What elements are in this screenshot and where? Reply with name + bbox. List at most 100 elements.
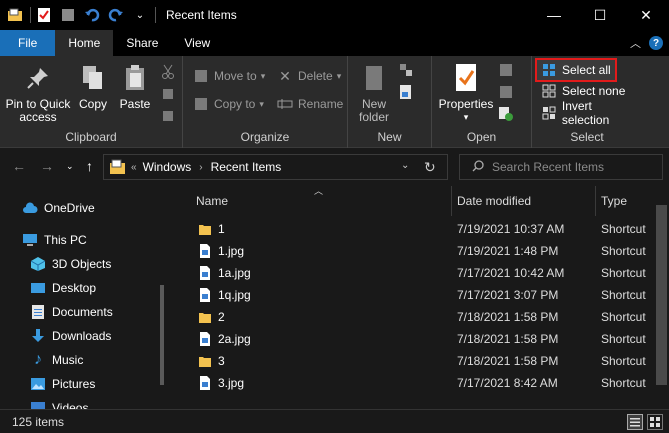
nav-pane-scroll-thumb[interactable] [160,285,164,385]
nav-item-onedrive[interactable]: OneDrive [22,196,95,220]
address-history-dropdown-icon[interactable]: ⌄ [401,160,409,171]
easy-access-button[interactable] [398,82,419,102]
new-group: New folder New [348,56,432,148]
nav-item-desktop[interactable]: Desktop [30,276,96,300]
file-name-cell[interactable]: 2a.jpg [198,331,251,347]
breadcrumb-windows[interactable]: Windows [143,160,192,174]
image-file-icon [198,287,212,303]
address-root-chevron[interactable]: « [131,162,137,173]
organize-group-label: Organize [240,130,290,144]
file-row[interactable]: 2a.jpg 7/18/2021 1:58 PM Shortcut [170,328,654,350]
collapse-ribbon-icon[interactable]: ︿ [630,35,641,51]
easy-access-icon [398,84,414,100]
details-view-button[interactable] [627,414,643,430]
open-group-label: Open [466,130,497,144]
rename-icon [277,96,293,112]
back-arrow-icon[interactable]: ← [12,158,26,174]
folder-icon [198,221,212,237]
search-input[interactable] [492,160,652,174]
navigation-bar: ← → ⌄ ↑ « Windows › Recent Items ⌄ ↻ [0,148,669,186]
file-name-cell[interactable]: 2 [198,309,225,325]
close-button[interactable]: ✕ [623,0,669,30]
search-box[interactable] [459,154,663,180]
file-row[interactable]: 1 7/19/2021 10:37 AM Shortcut [170,218,654,240]
nav-item-this-pc[interactable]: This PC [22,228,87,252]
file-name-cell[interactable]: 1a.jpg [198,265,251,281]
forward-arrow-icon[interactable]: → [40,158,54,174]
properties-button[interactable]: Properties ▾ [436,62,496,124]
file-list-scroll-thumb[interactable] [656,205,667,385]
file-name-cell[interactable]: 1q.jpg [198,287,251,303]
open-button[interactable] [498,60,519,80]
maximize-button[interactable]: ☐ [577,0,623,30]
copy-button[interactable]: Copy [76,62,110,111]
select-all-button[interactable]: Select all [535,58,617,82]
new-folder-button[interactable]: New folder [356,62,392,124]
file-name-cell[interactable]: 3.jpg [198,375,244,391]
customize-toolbar-icon[interactable]: ⌄ [131,6,149,24]
up-arrow-icon[interactable]: ↑ [86,158,93,174]
file-type: Shortcut [601,222,646,236]
delete-button[interactable]: ✕ Delete ▾ [277,66,341,86]
file-row[interactable]: 1a.jpg 7/17/2021 10:42 AM Shortcut [170,262,654,284]
invert-selection-button[interactable]: Invert selection [541,99,642,127]
file-name: 3.jpg [218,376,245,390]
edit-button[interactable] [498,82,519,102]
file-name-cell[interactable]: 3 [198,353,225,369]
copy-path-button[interactable] [160,84,181,104]
window-title: Recent Items [166,8,237,22]
file-row[interactable]: 1q.jpg 7/17/2021 3:07 PM Shortcut [170,284,654,306]
organize-group: Move to ▾ Copy to ▾ ✕ Delete ▾ Rename Or… [183,56,348,148]
paste-shortcut-button[interactable] [160,106,181,126]
nav-item-3d-objects[interactable]: 3D Objects [30,252,111,276]
column-header-row: Name ︿ Date modified Type [170,186,654,216]
properties-check-icon[interactable] [35,6,53,24]
cube-icon [30,256,46,272]
new-folder-qa-icon[interactable] [59,6,77,24]
tab-file[interactable]: File [0,30,56,56]
recent-locations-icon[interactable]: ⌄ [66,161,74,172]
nav-item-downloads[interactable]: Downloads [30,324,111,348]
file-name-cell[interactable]: 1 [198,221,225,237]
rename-button[interactable]: Rename [277,94,343,114]
file-date-modified: 7/17/2021 8:42 AM [457,376,558,390]
address-bar[interactable]: « Windows › Recent Items ⌄ ↻ [103,154,448,180]
nav-item-pictures[interactable]: Pictures [30,372,95,396]
select-none-button[interactable]: Select none [541,81,625,101]
paste-icon [119,62,151,94]
breadcrumb-separator-icon[interactable]: › [199,162,202,173]
file-row[interactable]: 3.jpg 7/17/2021 8:42 AM Shortcut [170,372,654,394]
column-header-date-modified[interactable]: Date modified [452,186,596,216]
nav-item-documents[interactable]: Documents [30,300,113,324]
nav-item-videos[interactable]: Videos [30,396,88,409]
file-row[interactable]: 3 7/18/2021 1:58 PM Shortcut [170,350,654,372]
tab-view[interactable]: View [171,30,223,56]
new-group-label: New [377,130,402,144]
large-icons-view-button[interactable] [647,414,663,430]
file-type: Shortcut [601,354,646,368]
tab-home[interactable]: Home [55,30,114,56]
file-row[interactable]: 1.jpg 7/19/2021 1:48 PM Shortcut [170,240,654,262]
refresh-icon[interactable]: ↻ [424,159,436,176]
pin-to-quick-access-button[interactable]: Pin to Quick access [4,62,72,124]
copy-to-button[interactable]: Copy to ▾ [193,94,264,114]
file-name-cell[interactable]: 1.jpg [198,243,244,259]
undo-icon[interactable] [83,6,101,24]
history-button[interactable] [498,104,519,124]
minimize-button[interactable]: — [531,0,577,30]
redo-icon[interactable] [107,6,125,24]
file-row[interactable]: 2 7/18/2021 1:58 PM Shortcut [170,306,654,328]
nav-item-music[interactable]: ♪ Music [30,348,83,372]
cut-button[interactable] [160,62,181,82]
explorer-app-icon[interactable] [6,6,24,24]
column-header-name[interactable]: Name ︿ [170,186,452,216]
move-to-button[interactable]: Move to ▾ [193,66,265,86]
breadcrumb-recent-items[interactable]: Recent Items [211,160,282,174]
new-item-button[interactable] [398,60,419,80]
item-count: 125 items [12,414,65,429]
column-header-type[interactable]: Type [596,186,654,216]
help-icon[interactable]: ? [649,36,663,50]
tab-share[interactable]: Share [113,30,171,56]
paste-button[interactable]: Paste [116,62,154,111]
videos-icon [30,400,46,409]
